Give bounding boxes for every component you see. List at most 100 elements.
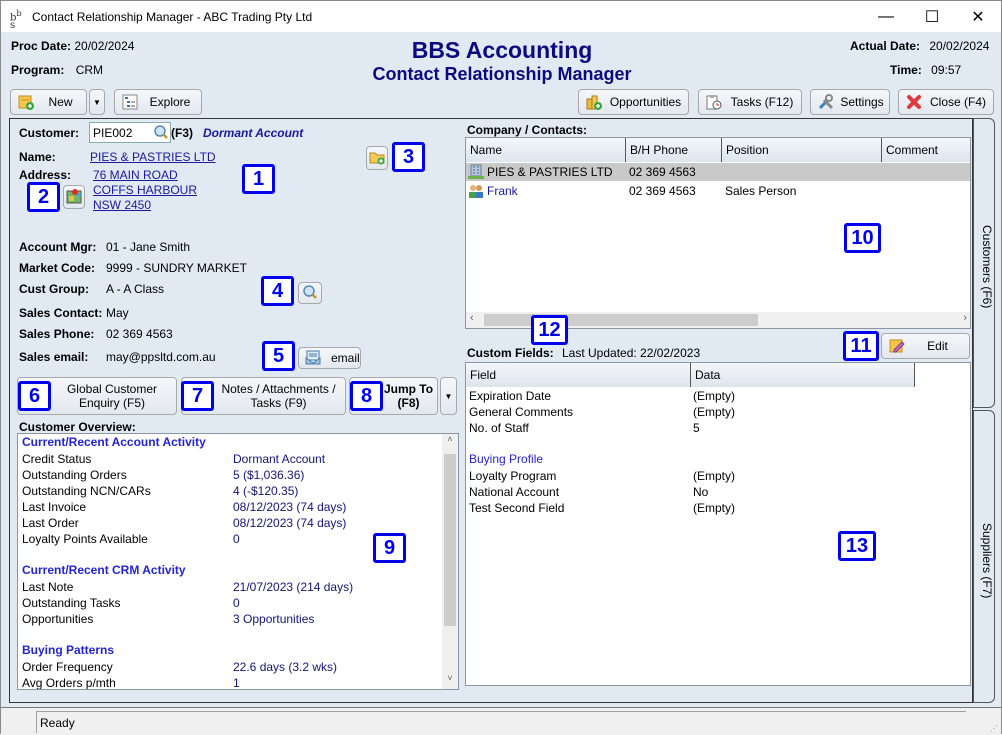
col-data[interactable]: Data — [691, 363, 915, 387]
coins-icon — [585, 93, 603, 111]
customer-search-icon[interactable] — [153, 124, 169, 140]
cust-group-label: Cust Group: — [19, 282, 89, 296]
custom-field-value: (Empty) — [693, 389, 735, 403]
cust-group-search-button[interactable] — [298, 282, 322, 304]
actual-date: Actual Date: 20/02/2024 — [850, 39, 989, 53]
overview-key: Opportunities — [22, 612, 94, 626]
sales-email-label: Sales email: — [19, 350, 89, 364]
overview-scroll-thumb[interactable] — [444, 454, 456, 626]
callout-badge: 3 — [392, 142, 425, 172]
address-line-1[interactable]: 76 MAIN ROAD — [93, 168, 178, 182]
custom-field-row[interactable]: Test Second Field (Empty) — [466, 500, 970, 516]
col-comment[interactable]: Comment — [882, 138, 970, 162]
scroll-up-arrow-icon[interactable]: ˄ — [442, 434, 458, 450]
map-button[interactable] — [63, 185, 85, 209]
scroll-down-arrow-icon[interactable]: ˅ — [442, 673, 458, 689]
sales-phone-value: 02 369 4563 — [106, 327, 173, 341]
tab-customers-label: Customers (F6) — [980, 225, 994, 309]
maximize-button[interactable]: ☐ — [909, 1, 955, 32]
callout-badge: 5 — [262, 341, 295, 371]
overview-scrollbar[interactable]: ˄ ˅ — [442, 434, 458, 689]
contact-row[interactable]: Frank 02 369 4563 Sales Person — [466, 182, 970, 200]
new-button[interactable]: New — [10, 89, 87, 115]
overview-value: 5 ($1,036.36) — [233, 468, 305, 482]
callout-badge: 9 — [373, 533, 406, 563]
overview-row: Opportunities 3 Opportunities — [22, 611, 442, 627]
jump-to-dropdown-button[interactable]: ▼ — [440, 377, 457, 415]
new-dropdown-button[interactable]: ▼ — [89, 89, 105, 115]
email-button[interactable]: email — [298, 347, 361, 369]
contact-phone: 02 369 4563 — [629, 165, 696, 179]
overview-key: Last Invoice — [22, 500, 87, 514]
overview-row: Credit Status Dormant Account — [22, 451, 442, 467]
tab-customers[interactable]: Customers (F6) — [973, 118, 995, 408]
scroll-left-arrow-icon[interactable]: ‹ — [470, 312, 474, 324]
account-mgr-value: 01 - Jane Smith — [106, 240, 191, 254]
overview-key: Outstanding Tasks — [22, 596, 121, 610]
overview-value[interactable]: Dormant Account — [233, 451, 325, 467]
close-window-button[interactable]: ✕ — [955, 1, 1001, 32]
title-bar: bb s Contact Relationship Manager - ABC T… — [1, 1, 1001, 32]
overview-key: Last Order — [22, 516, 79, 530]
overview-row: Avg Orders p/mth 1 — [22, 675, 442, 690]
status-bar: Ready ⋰ — [1, 707, 1001, 735]
callout-badge: 7 — [181, 381, 214, 411]
custom-field-row[interactable]: General Comments (Empty) — [466, 404, 970, 420]
custom-fields-content: Expiration Date (Empty) General Comments (E… — [466, 387, 970, 685]
overview-key: Order Frequency — [22, 660, 113, 674]
tree-explore-icon — [121, 93, 139, 111]
minimize-button[interactable]: — — [863, 1, 909, 32]
contact-phone: 02 369 4563 — [629, 184, 696, 198]
sales-contact-value: May — [106, 306, 129, 320]
col-bh-phone[interactable]: B/H Phone — [626, 138, 722, 162]
settings-button[interactable]: Settings — [810, 89, 890, 115]
overview-value: 08/12/2023 (74 days) — [233, 500, 347, 514]
email-button-label: email — [331, 351, 360, 365]
brand-subtitle: Contact Relationship Manager — [372, 64, 632, 84]
tasks-button[interactable]: Tasks (F12) — [698, 89, 802, 115]
edit-pencil-icon — [888, 337, 906, 355]
contact-row[interactable]: PIES & PASTRIES LTD 02 369 4563 — [466, 163, 970, 181]
magnifier-icon — [302, 284, 318, 303]
edit-custom-fields-button[interactable]: Edit — [881, 333, 970, 359]
callout-badge: 12 — [531, 315, 568, 345]
close-button[interactable]: Close (F4) — [898, 89, 994, 115]
overview-row: Outstanding NCN/CARs 4 (-$120.35) — [22, 483, 442, 499]
custom-field-name: No. of Staff — [469, 421, 529, 435]
folder-add-icon — [369, 149, 385, 168]
overview-key: Avg Orders p/mth — [22, 676, 116, 690]
custom-field-name: General Comments — [469, 405, 574, 419]
custom-field-row[interactable]: Expiration Date (Empty) — [466, 388, 970, 404]
app-window: bb s Contact Relationship Manager - ABC T… — [0, 0, 1002, 735]
explore-button[interactable]: Explore — [114, 89, 202, 115]
customer-name-link[interactable]: PIES & PASTRIES LTD — [90, 150, 216, 164]
tab-suppliers[interactable]: Suppliers (F7) — [973, 410, 995, 703]
company-contacts-title: Company / Contacts: — [467, 123, 588, 137]
caret-down-icon: ▼ — [93, 97, 101, 107]
customer-code-value: PIE002 — [93, 125, 133, 140]
overview-value[interactable]: 3 Opportunities — [233, 611, 314, 627]
col-field[interactable]: Field — [466, 363, 691, 387]
custom-fields-title: Custom Fields: — [467, 346, 554, 360]
notes-label-1: Notes / Attachments / — [221, 382, 336, 396]
custom-field-row[interactable]: No. of Staff 5 — [466, 420, 970, 436]
scroll-right-arrow-icon[interactable]: › — [963, 312, 967, 324]
envelope-icon — [305, 349, 321, 368]
custom-field-row[interactable]: National Account No — [466, 484, 970, 500]
resize-grip-icon[interactable]: ⋰ — [990, 724, 998, 733]
market-code-label: Market Code: — [19, 261, 96, 275]
custom-field-value: (Empty) — [693, 405, 735, 419]
custom-field-row[interactable]: Loyalty Program (Empty) — [466, 468, 970, 484]
address-line-3[interactable]: NSW 2450 — [93, 198, 151, 212]
col-name[interactable]: Name — [466, 138, 626, 162]
opportunities-button[interactable]: Opportunities — [578, 89, 689, 115]
market-code-value: 9999 - SUNDRY MARKET — [106, 261, 247, 275]
col-position[interactable]: Position — [722, 138, 882, 162]
customer-overview-title: Customer Overview: — [19, 420, 136, 434]
contacts-scroll-thumb[interactable] — [484, 314, 758, 326]
overview-key: Outstanding NCN/CARs — [22, 484, 151, 498]
overview-row: Last Note 21/07/2023 (214 days) — [22, 579, 442, 595]
address-line-2[interactable]: COFFS HARBOUR — [93, 183, 197, 197]
new-folder-button[interactable] — [366, 146, 388, 170]
people-icon — [468, 183, 484, 204]
